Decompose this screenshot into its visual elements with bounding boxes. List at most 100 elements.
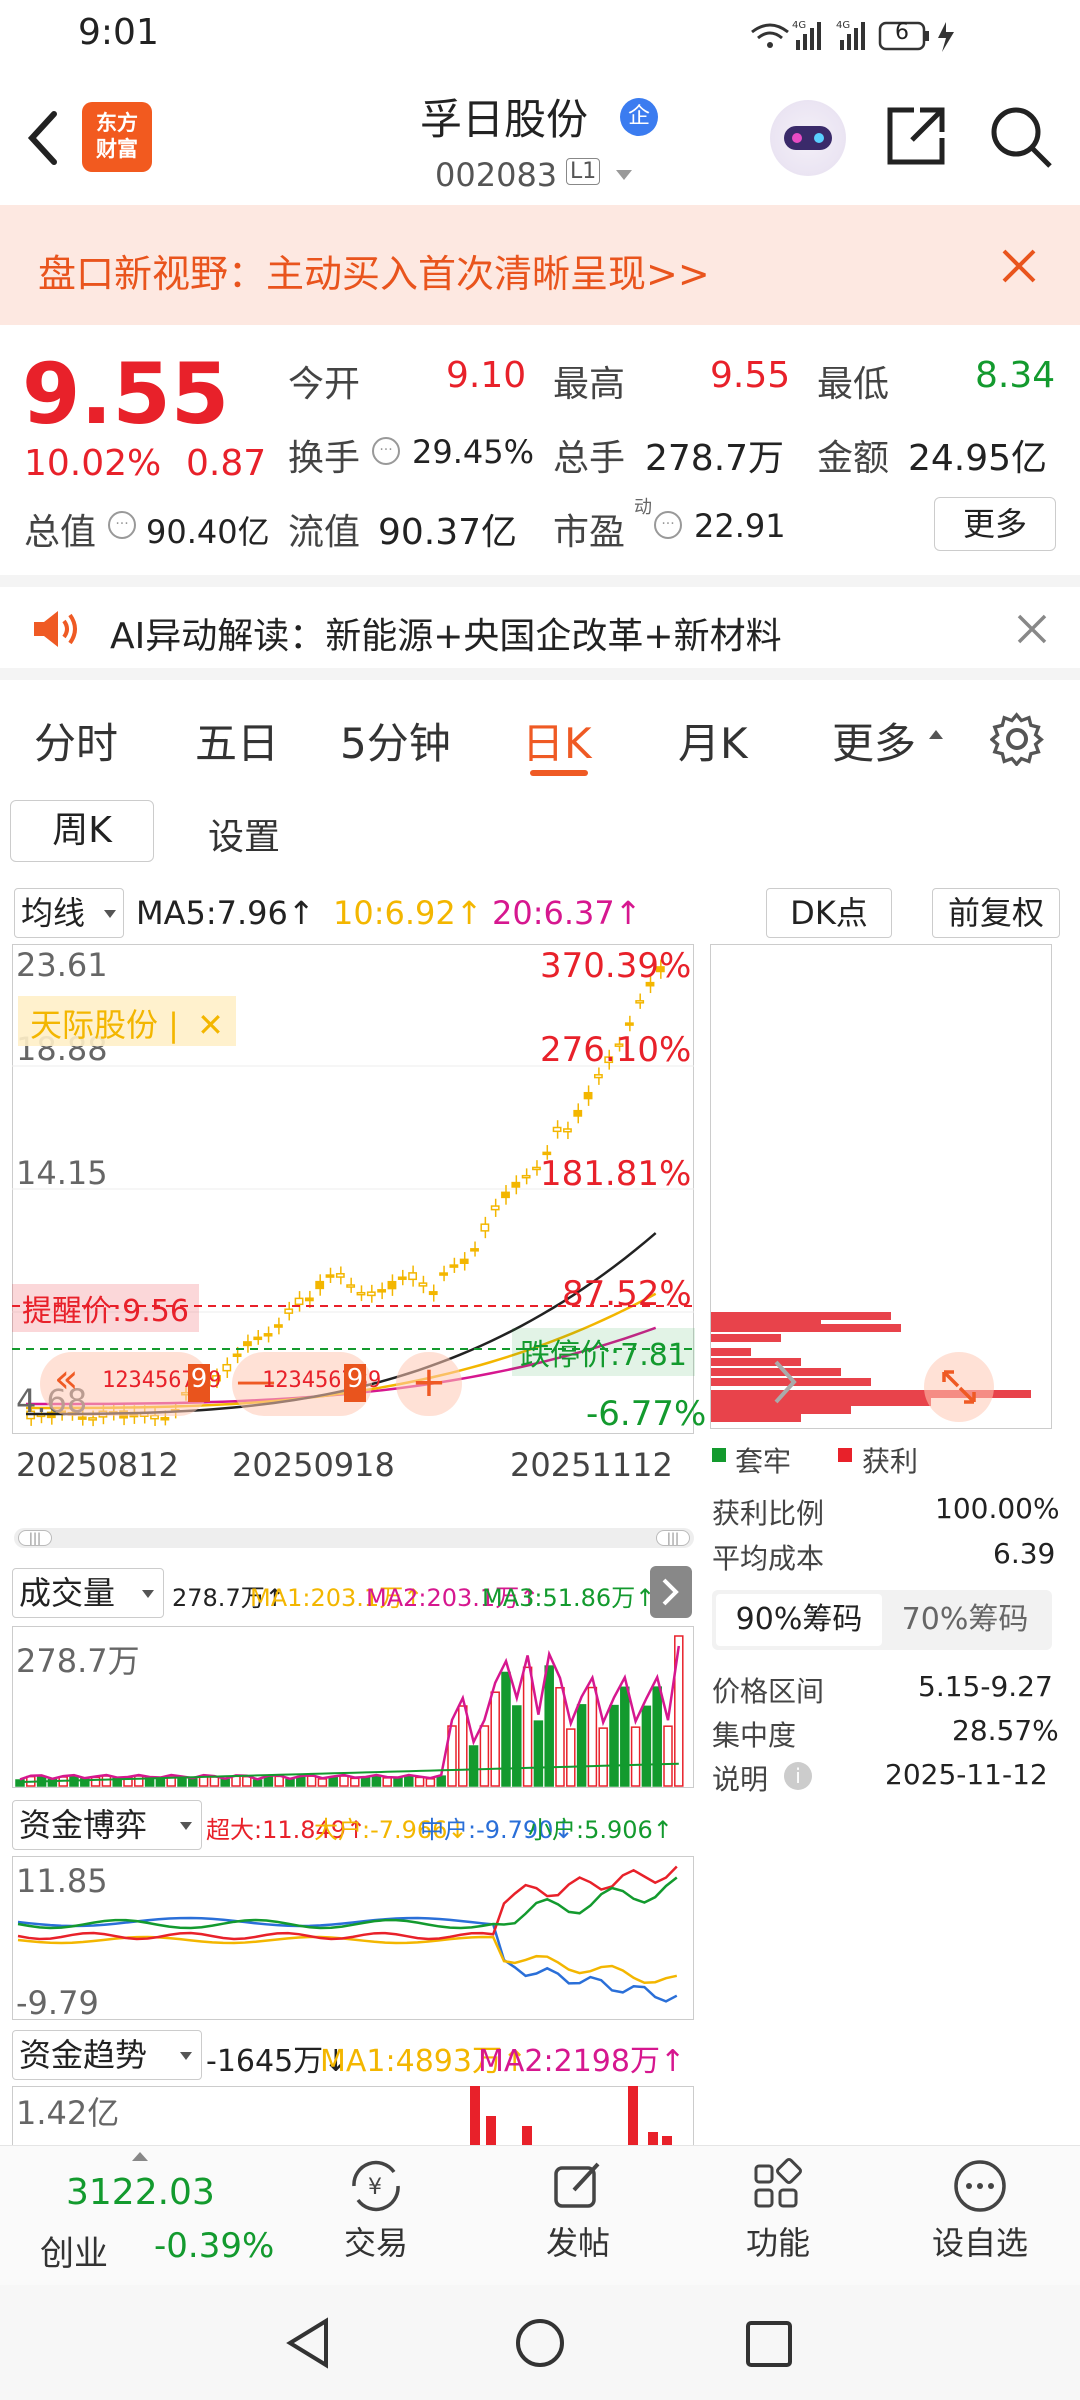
volume-bar (134, 1775, 144, 1787)
nav-home-icon[interactable] (514, 2317, 566, 2369)
tab-chip-70[interactable]: 70%筹码 (882, 1594, 1048, 1646)
close-icon[interactable] (1000, 247, 1038, 285)
tab-five-minute[interactable]: 5分钟 (340, 710, 451, 771)
info-icon[interactable]: ··· (108, 511, 136, 539)
fund-trend-y-top: 1.42亿 (16, 2094, 120, 2132)
indicator-selector-fund-game[interactable]: 资金博弈 (12, 1800, 202, 1850)
ai-insight-text[interactable]: AI异动解读：新能源+央国企改革+新材料 (110, 607, 782, 659)
app-logo[interactable]: 东方 财富 (82, 102, 152, 172)
candle-body (263, 1333, 273, 1337)
share-icon[interactable] (884, 104, 948, 168)
banner-text[interactable]: 盘口新视野：主动买入首次清晰呈现>> (38, 243, 710, 298)
expand-panel-button[interactable] (650, 1566, 692, 1618)
tab-monthly-k[interactable]: 月K (678, 710, 748, 771)
volume-bar (296, 1776, 306, 1787)
chip-bar (711, 1348, 751, 1356)
y-axis-label: 14.15 (16, 1154, 108, 1192)
pct-axis-label: 181.81% (540, 1154, 692, 1194)
open-label: 今开 (288, 364, 361, 405)
volume-bar (317, 1778, 328, 1787)
stock-header: 东方 财富 孚日股份 企 002083 L1 (0, 70, 1080, 205)
volume-bar (209, 1776, 220, 1787)
gear-icon[interactable] (990, 712, 1044, 766)
candle-body (397, 1276, 407, 1280)
info-icon[interactable]: ··· (654, 511, 682, 539)
tab-more[interactable]: 更多 (832, 710, 916, 771)
search-icon[interactable] (988, 104, 1054, 170)
range-slider[interactable]: ||| ||| (14, 1528, 694, 1548)
post-button[interactable]: 发帖 (538, 2158, 618, 2278)
promo-banner[interactable]: 盘口新视野：主动买入首次清晰呈现>> (0, 205, 1080, 325)
volume-bar (555, 1687, 565, 1787)
more-dots-icon (954, 2160, 1006, 2212)
high-value: 9.55 (710, 355, 791, 396)
caret-down-icon (180, 1822, 192, 1830)
svg-text:4G: 4G (792, 20, 806, 31)
zoom-in-button[interactable]: + (396, 1352, 462, 1416)
ai-insight-bar[interactable]: AI异动解读：新能源+央国企改革+新材料 (0, 575, 1080, 680)
count-badge: 9 (188, 1364, 210, 1402)
expand-icon[interactable] (924, 1352, 994, 1422)
info-icon[interactable]: ··· (372, 437, 400, 465)
functions-button[interactable]: 功能 (738, 2158, 818, 2278)
volume-bar (90, 1776, 101, 1787)
battery-level: 6 (895, 20, 909, 45)
alert-price-tag[interactable]: 提醒价:9.56 (12, 1284, 199, 1332)
volume-bar (598, 1727, 608, 1787)
nav-recents-icon[interactable] (744, 2319, 794, 2369)
index-value[interactable]: 3122.03 (66, 2172, 215, 2213)
indicator-selector-volume[interactable]: 成交量 (12, 1568, 164, 1618)
nav-back-icon[interactable] (284, 2317, 332, 2369)
price-range-label: 价格区间 (712, 1675, 825, 1708)
chevron-right-icon[interactable] (762, 1352, 812, 1412)
ma10-value: 10:6.92↑ (333, 894, 483, 932)
weekly-k-button[interactable]: 周K (10, 800, 154, 862)
close-icon[interactable] (1016, 613, 1048, 645)
add-watchlist-button[interactable]: 设自选 (920, 2158, 1040, 2278)
status-time: 9:01 (78, 12, 159, 53)
candle-body (243, 1341, 252, 1347)
zoom-out-control[interactable]: — 123456789 9 (232, 1352, 381, 1416)
level-badge[interactable]: L1 (566, 158, 601, 185)
close-icon[interactable]: ✕ (197, 1006, 224, 1044)
forward-adjust-button[interactable]: 前复权 (932, 888, 1060, 938)
scroll-left-control[interactable]: « 123456789 9 (40, 1352, 221, 1416)
last-price: 9.55 (22, 345, 230, 443)
caret-down-icon (180, 2052, 192, 2060)
candle-body (304, 1297, 314, 1302)
volume-bar (652, 1686, 662, 1787)
tab-five-day[interactable]: 五日 (195, 710, 279, 771)
caret-down-icon (104, 910, 116, 918)
candle-body (366, 1291, 376, 1297)
chevron-down-icon[interactable] (614, 168, 634, 182)
more-button[interactable]: 更多 (934, 497, 1056, 551)
tab-daily-k[interactable]: 日K (522, 710, 592, 771)
candle-body (449, 1264, 459, 1268)
tab-intraday[interactable]: 分时 (34, 710, 118, 771)
fund-trend-bar (522, 2126, 532, 2146)
svg-text:4G: 4G (836, 20, 850, 31)
slider-handle-right[interactable]: ||| (656, 1530, 690, 1546)
trade-button[interactable]: ¥ 交易 (336, 2158, 416, 2278)
assistant-avatar-icon[interactable] (770, 100, 846, 176)
back-icon[interactable] (22, 108, 62, 168)
volume-bar (479, 1725, 490, 1787)
info-icon[interactable]: i (784, 1762, 812, 1790)
chip-bar (711, 1334, 781, 1342)
indicator-selector-fund-trend[interactable]: 资金趋势 (12, 2030, 202, 2080)
index-name[interactable]: 创业 (40, 2226, 108, 2275)
chart-settings-button[interactable]: 设置 (208, 808, 280, 860)
stock-name[interactable]: 孚日股份 (420, 86, 588, 147)
count-badge: 9 (344, 1364, 366, 1402)
volume-bar (512, 1705, 522, 1787)
compare-stock-tag[interactable]: 天际股份 | ✕ (18, 996, 236, 1046)
volume-bar (350, 1777, 360, 1787)
avg-cost-value: 6.39 (993, 1537, 1056, 1570)
slider-handle-left[interactable]: ||| (18, 1530, 52, 1546)
fund-trend-bar (470, 2086, 480, 2146)
fund-game-chart[interactable] (12, 1856, 694, 2020)
dk-point-button[interactable]: DK点 (766, 888, 892, 938)
tab-chip-90[interactable]: 90%筹码 (716, 1594, 882, 1646)
ma-selector[interactable]: 均线 (14, 888, 124, 938)
double-chevron-left-icon[interactable]: « (54, 1356, 78, 1402)
